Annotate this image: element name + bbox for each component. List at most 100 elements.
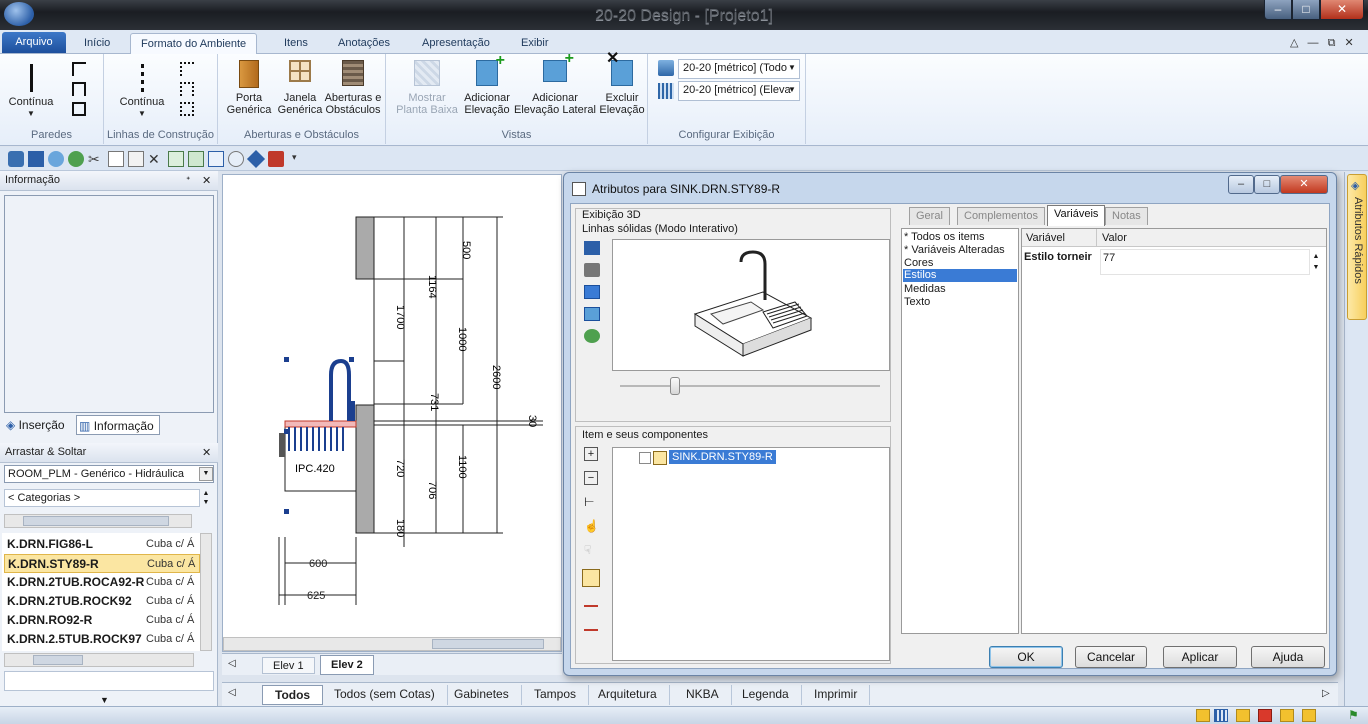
filter-texto[interactable]: Texto (904, 296, 930, 308)
item-list-hscrollbar[interactable] (4, 653, 194, 667)
component-panel-icon[interactable] (584, 593, 598, 607)
list-item[interactable]: K.DRN.2.5TUB.ROCK97 Cuba c/ Á (4, 630, 200, 649)
redo-icon[interactable] (68, 151, 84, 167)
list-item[interactable]: K.DRN.RO92-R Cuba c/ Á (4, 611, 200, 630)
value-spinner[interactable]: ▲ ▼ (1310, 251, 1322, 273)
dialog-maximize-button[interactable]: □ (1254, 175, 1280, 194)
tab-scroll-left-icon[interactable]: ◁ (228, 658, 236, 669)
dotted-box-icon[interactable] (180, 102, 194, 116)
move-up-icon[interactable]: ☝ (584, 519, 599, 533)
zoom-slider-track[interactable] (620, 385, 880, 387)
categories-hscrollbar[interactable] (4, 514, 192, 528)
drawing-canvas[interactable]: 500 1164 1700 1000 2600 731 30 720 706 1… (222, 174, 562, 652)
tab-todos[interactable]: Todos (262, 685, 324, 705)
selection-handle[interactable] (284, 357, 289, 362)
customize-toolbar-icon[interactable]: ▾ (292, 152, 297, 163)
tab-elev-2[interactable]: Elev 2 (320, 655, 374, 675)
scroll-thumb[interactable] (432, 639, 544, 649)
categories-spinner[interactable]: ▲ ▼ (200, 489, 212, 507)
janela-generica-button[interactable]: Janela Genérica (274, 60, 326, 116)
close-icon[interactable]: ✕ (202, 446, 211, 459)
cut-icon[interactable]: ✂ (88, 151, 104, 167)
snap-icon[interactable] (1196, 709, 1210, 722)
monitor-icon[interactable] (584, 285, 600, 299)
filter-alteradas[interactable]: * Variáveis Alteradas (904, 244, 1005, 256)
list-item-selected[interactable]: K.DRN.STY89-R Cuba c/ Á (4, 554, 200, 573)
mostrar-planta-baixa-button[interactable]: Mostrar Planta Baixa (394, 60, 460, 116)
tab-notas[interactable]: Notas (1105, 207, 1148, 225)
layers-icon[interactable] (1236, 709, 1250, 722)
cube-icon[interactable] (246, 149, 266, 169)
porta-generica-button[interactable]: Porta Genérica (222, 60, 276, 116)
refresh-icon[interactable] (584, 329, 600, 343)
dialog-close-button[interactable]: ✕ (1280, 175, 1328, 194)
dialog-minimize-button[interactable]: – (1228, 175, 1254, 194)
tab-nkba[interactable]: NKBA (674, 685, 732, 705)
tab-elev-1[interactable]: Elev 1 (262, 657, 315, 674)
expand-arrow-icon[interactable]: ▼ (100, 695, 109, 705)
measure-icon[interactable] (208, 151, 224, 167)
tab-informacao[interactable]: ▥ Informação (76, 415, 160, 435)
list-item[interactable]: K.DRN.2TUB.ROCK92 Cuba c/ Á (4, 592, 200, 611)
delete-icon[interactable]: ✕ (148, 151, 164, 167)
chevron-down-icon[interactable]: ▼ (199, 467, 213, 481)
chevron-down-icon[interactable]: ▼ (788, 85, 796, 94)
grid-cell-value-input[interactable]: 77 (1100, 249, 1310, 275)
copy-icon[interactable] (108, 151, 124, 167)
tab-arquitetura[interactable]: Arquitetura (586, 685, 670, 705)
chevron-down-icon[interactable]: ▼ (788, 63, 796, 72)
expand-all-button[interactable]: + (584, 447, 598, 461)
tab-formato-do-ambiente[interactable]: Formato do Ambiente (130, 33, 258, 54)
component-box-icon[interactable] (582, 569, 600, 587)
tree-item-sink[interactable]: SINK.DRN.STY89-R (669, 450, 776, 464)
lock-icon[interactable] (8, 151, 24, 167)
tab-tampos[interactable]: Tampos (522, 685, 590, 705)
list-item[interactable]: K.DRN.2TUB.ROCA92-R Cuba c/ Á (4, 573, 200, 592)
zoom-slider-thumb[interactable] (670, 377, 680, 395)
filter-cores[interactable]: Cores (904, 257, 933, 269)
link-icon[interactable] (1302, 709, 1316, 722)
filter-todos[interactable]: * Todos os items (904, 231, 985, 243)
export-view-icon[interactable] (584, 307, 600, 321)
tab-scroll-right-icon[interactable]: ▷ (1322, 688, 1330, 699)
toolbox-icon[interactable] (268, 151, 284, 167)
overlap-icon[interactable] (1258, 709, 1272, 722)
flag-icon[interactable]: ⚑ (1348, 708, 1359, 722)
component-shelf-icon[interactable] (584, 617, 598, 631)
list-icon[interactable] (168, 151, 184, 167)
search-field[interactable] (4, 671, 214, 691)
catalog-select[interactable]: ROOM_PLM - Genérico - Hidráulica ▼ (4, 465, 214, 483)
tab-complementos[interactable]: Complementos (957, 207, 1045, 225)
tab-imprimir[interactable]: Imprimir (802, 685, 871, 705)
tab-exibir[interactable]: Exibir (511, 33, 559, 54)
print-icon[interactable] (584, 263, 600, 277)
excluir-elevacao-button[interactable]: ✕ Excluir Elevação (596, 51, 648, 117)
tab-apresentacao[interactable]: Apresentação (412, 33, 500, 54)
selection-handle[interactable] (284, 429, 289, 434)
pin-icon[interactable]: ᐩ (186, 174, 190, 187)
display-config-select-1[interactable]: 20-20 [métrico] (Todo (678, 59, 800, 79)
view-3d-canvas[interactable] (612, 239, 890, 371)
aberturas-obstaculos-button[interactable]: Aberturas e Obstáculos (322, 60, 384, 116)
tab-geral[interactable]: Geral (909, 207, 950, 225)
categories-field[interactable]: < Categorias > (4, 489, 200, 507)
tab-variaveis[interactable]: Variáveis (1047, 205, 1106, 226)
filter-medidas[interactable]: Medidas (904, 283, 946, 295)
ribbon-window-controls[interactable]: △ — ⧉ ✕ (1290, 36, 1357, 50)
minimize-button[interactable]: – (1264, 0, 1292, 20)
apply-button[interactable]: Aplicar (1163, 646, 1237, 668)
tab-inicio[interactable]: Início (74, 33, 120, 54)
save-icon[interactable] (584, 241, 600, 255)
tab-insercao[interactable]: ◈ Inserção (4, 415, 82, 435)
item-list-vscrollbar[interactable] (200, 533, 212, 651)
ok-button[interactable]: OK (989, 646, 1063, 668)
scroll-thumb[interactable] (33, 655, 83, 665)
maximize-button[interactable]: □ (1292, 0, 1320, 20)
list-item[interactable]: K.DRN.FIG86-L Cuba c/ Á (4, 535, 200, 554)
paste-icon[interactable] (128, 151, 144, 167)
dotted-corner-icon[interactable] (180, 62, 194, 76)
table-icon[interactable] (188, 151, 204, 167)
table-grid-icon[interactable] (1280, 709, 1294, 722)
tab-arquivo[interactable]: Arquivo (2, 32, 66, 53)
parede-continua-button[interactable]: Contínua ▼ (6, 60, 56, 120)
